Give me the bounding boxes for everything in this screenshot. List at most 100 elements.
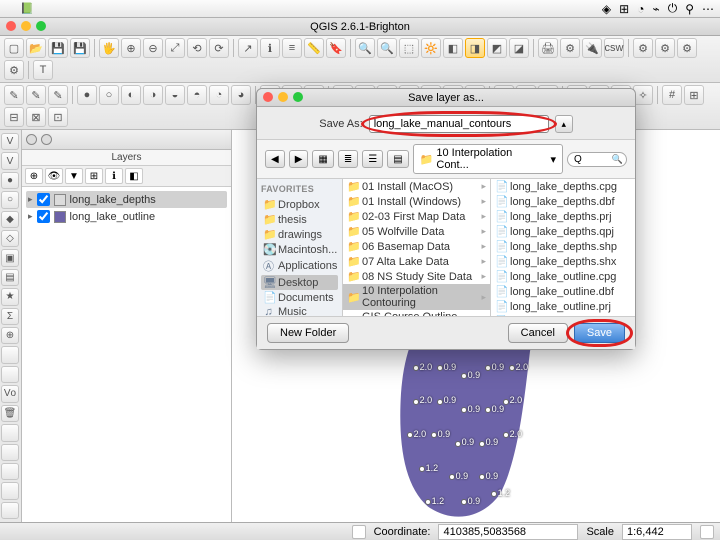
dialog-min[interactable] [278,92,288,102]
layers-toolbar-button[interactable]: 👁 [45,168,63,184]
favorites-item[interactable]: 🖥Desktop [261,275,338,290]
layers-toolbar-button[interactable]: ◧ [125,168,143,184]
toolbar-button[interactable]: ✎ [26,85,46,105]
toolbar-button[interactable]: ◒ [165,85,185,105]
favorites-item[interactable]: ⒶApplications [261,257,338,275]
layer-item[interactable]: ▸long_lake_outline [26,208,227,225]
window-max[interactable] [36,21,46,31]
layers-toolbar-button[interactable]: ℹ [105,168,123,184]
finder-item[interactable]: 📄long_lake_outline.cpg [491,269,635,284]
toolbar-button[interactable]: 🖨 [538,38,558,58]
window-close[interactable] [6,21,16,31]
finder-item[interactable]: 📄long_lake_depths.cpg [491,179,635,194]
side-tool[interactable] [1,502,19,519]
tray-icon[interactable]: ⊞ [619,2,629,16]
side-tool[interactable]: Vο [1,385,19,402]
depth-point[interactable] [449,474,455,480]
depth-point[interactable] [419,466,425,472]
toolbar-button[interactable]: ● [77,85,97,105]
toolbar-button[interactable]: ⚙ [677,38,697,58]
toolbar-button[interactable]: ○ [99,85,119,105]
depth-point[interactable] [461,373,467,379]
finder-item[interactable]: 📁02-03 First Map Data▸ [343,209,490,224]
toolbar-button[interactable]: ⊞ [684,85,704,105]
finder-item[interactable]: 📁GIS Course Outline 2015▸ [343,310,490,316]
favorites-item[interactable]: 💽Macintosh... [261,242,338,257]
depth-point[interactable] [413,399,419,405]
toolbar-button[interactable]: ◔ [209,85,229,105]
toolbar-button[interactable]: ✧ [633,85,653,105]
toolbar-button[interactable]: ⊠ [26,107,46,127]
layer-list[interactable]: ▸long_lake_depths▸long_lake_outline [22,187,231,522]
toolbar-button[interactable]: ◐ [121,85,141,105]
depth-point[interactable] [461,407,467,413]
toolbar-button[interactable]: ⚙ [633,38,653,58]
toolbar-button[interactable]: ▢ [4,38,24,58]
toolbar-button[interactable]: ℹ [260,38,280,58]
toolbar-button[interactable]: ⚙ [4,60,24,80]
depth-point[interactable] [479,441,485,447]
side-tool[interactable]: ● [1,172,19,189]
view-cover-button[interactable]: ▤ [387,150,408,168]
side-tool[interactable]: Σ [1,308,19,325]
toolbar-button[interactable]: ✎ [4,85,24,105]
depth-point[interactable] [479,474,485,480]
toolbar-button[interactable]: ◩ [487,38,507,58]
toolbar-button[interactable]: 🔖 [326,38,346,58]
side-tool[interactable]: ◇ [1,230,19,247]
side-tool[interactable]: ▣ [1,249,19,266]
panel-close[interactable] [26,134,37,145]
toolbar-button[interactable]: ≡ [282,38,302,58]
dialog-max[interactable] [293,92,303,102]
finder-item[interactable]: 📄long_lake_depths.dbf [491,194,635,209]
favorites-sidebar[interactable]: FAVORITES 📁Dropbox📁thesis📁drawings💽Macin… [257,179,343,316]
finder-item[interactable]: 📁10 Interpolation Contouring▸ [343,284,490,310]
layers-toolbar-button[interactable]: ▼ [65,168,83,184]
depth-point[interactable] [431,432,437,438]
toolbar-button[interactable]: ⬚ [399,38,419,58]
favorites-item[interactable]: 📁drawings [261,227,338,242]
depth-point[interactable] [491,491,497,497]
finder-item[interactable]: 📄long_lake_depths.shx [491,254,635,269]
toolbar-button[interactable]: # [662,85,682,105]
view-columns-button[interactable]: ☰ [362,150,383,168]
depth-point[interactable] [461,499,467,505]
finder-item[interactable]: 📁08 NS Study Site Data▸ [343,269,490,284]
finder-item[interactable]: 📄long_lake_outline.dbf [491,284,635,299]
toolbar-button[interactable]: ◑ [143,85,163,105]
toolbar-button[interactable]: ⊖ [143,38,163,58]
depth-point[interactable] [413,365,419,371]
save-button[interactable]: Save [574,323,625,343]
side-tool[interactable]: ★ [1,288,19,305]
side-tool[interactable] [1,463,19,480]
depth-point[interactable] [425,499,431,505]
column-right[interactable]: 📄long_lake_depths.cpg📄long_lake_depths.d… [491,179,635,316]
finder-item[interactable]: 📄long_lake_outline.prj [491,299,635,314]
tray-icon[interactable]: ◈ [602,2,611,16]
view-icons-button[interactable]: ▦ [312,150,333,168]
side-tool[interactable] [1,346,19,363]
toolbar-button[interactable]: ⚙ [655,38,675,58]
toolbar-button[interactable]: ◧ [443,38,463,58]
toolbar-button[interactable]: 💾 [70,38,90,58]
toolbar-button[interactable]: ◪ [509,38,529,58]
column-mid[interactable]: 📁01 Install (MacOS)▸📁01 Install (Windows… [343,179,491,316]
save-as-input[interactable] [369,115,549,133]
toolbar-button[interactable]: T [33,60,53,80]
layers-toolbar-button[interactable]: ⊞ [85,168,103,184]
toolbar-button[interactable]: 🖐 [99,38,119,58]
collapse-button[interactable]: ▴ [555,115,573,133]
depth-point[interactable] [503,399,509,405]
toolbar-button[interactable]: ⟲ [187,38,207,58]
toolbar-button[interactable]: 📏 [304,38,324,58]
finder-item[interactable]: 📁06 Basemap Data▸ [343,239,490,254]
depth-point[interactable] [407,432,413,438]
tray-icon[interactable]: ⏻ [668,1,678,16]
finder-item[interactable]: 📄long_lake_depths.qpj [491,224,635,239]
toolbar-button[interactable]: ⊡ [48,107,68,127]
nav-back-button[interactable]: ◀ [265,150,285,168]
tray-icon[interactable]: ⋯ [702,2,714,16]
search-input[interactable]: Q [567,152,627,167]
tray-icon[interactable]: ⌁ [652,2,659,16]
depth-point[interactable] [437,399,443,405]
